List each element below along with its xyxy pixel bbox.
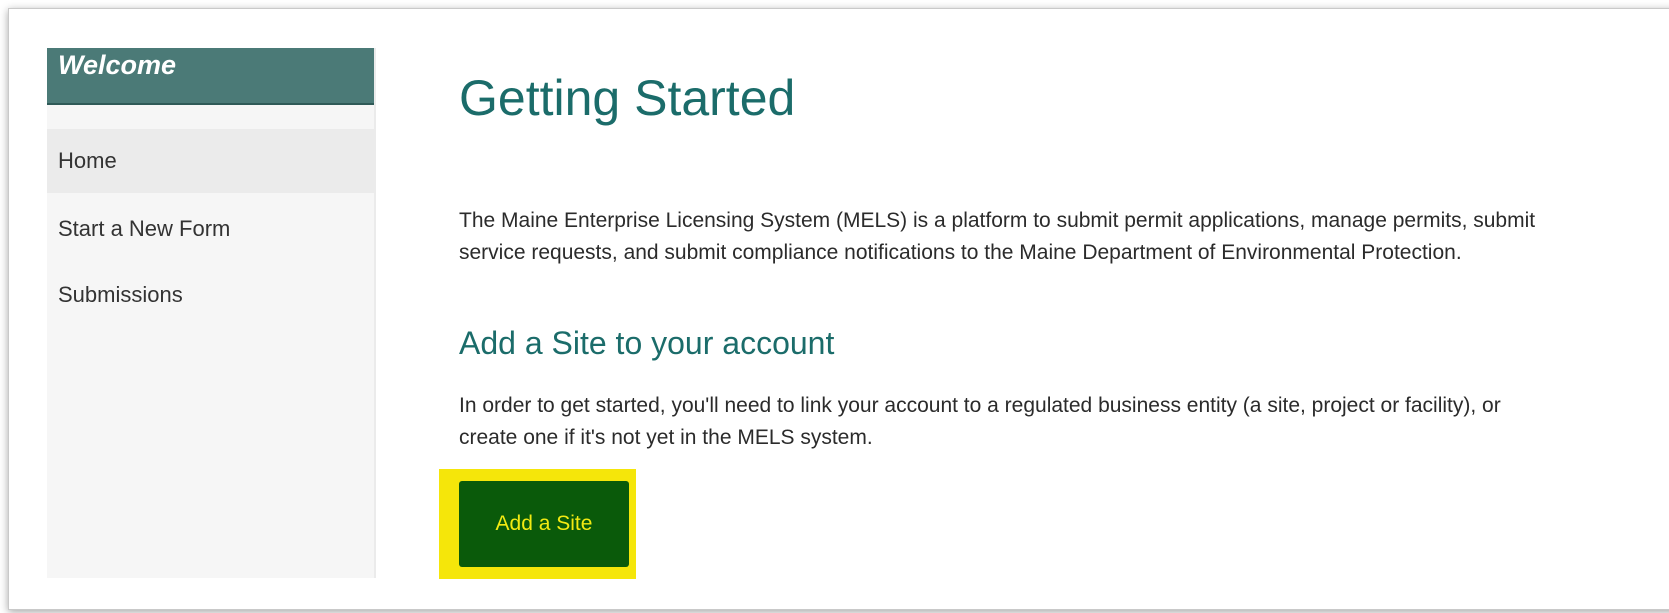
section-paragraph: In order to get started, you'll need to …	[459, 390, 1659, 454]
intro-line: The Maine Enterprise Licensing System (M…	[459, 209, 1536, 232]
intro-line: service requests, and submit compliance …	[459, 241, 1462, 264]
section-title: Add a Site to your account	[459, 325, 835, 361]
section-line: In order to get started, you'll need to …	[459, 394, 1501, 417]
sidebar: Welcome Home Start a New Form Submission…	[47, 48, 376, 578]
section-line: create one if it's not yet in the MELS s…	[459, 426, 873, 449]
sidebar-item-label: Home	[58, 148, 117, 173]
sidebar-item-submissions[interactable]: Submissions	[47, 263, 374, 327]
intro-paragraph: The Maine Enterprise Licensing System (M…	[459, 205, 1659, 269]
sidebar-item-start-new-form[interactable]: Start a New Form	[47, 197, 374, 261]
sidebar-item-label: Submissions	[58, 282, 183, 307]
welcome-label: Welcome	[58, 50, 177, 80]
page-title: Getting Started	[459, 70, 796, 126]
sidebar-item-label: Start a New Form	[58, 216, 231, 241]
sidebar-item-home[interactable]: Home	[47, 129, 374, 193]
sidebar-header: Welcome	[47, 48, 374, 105]
add-site-button[interactable]: Add a Site	[459, 481, 629, 567]
